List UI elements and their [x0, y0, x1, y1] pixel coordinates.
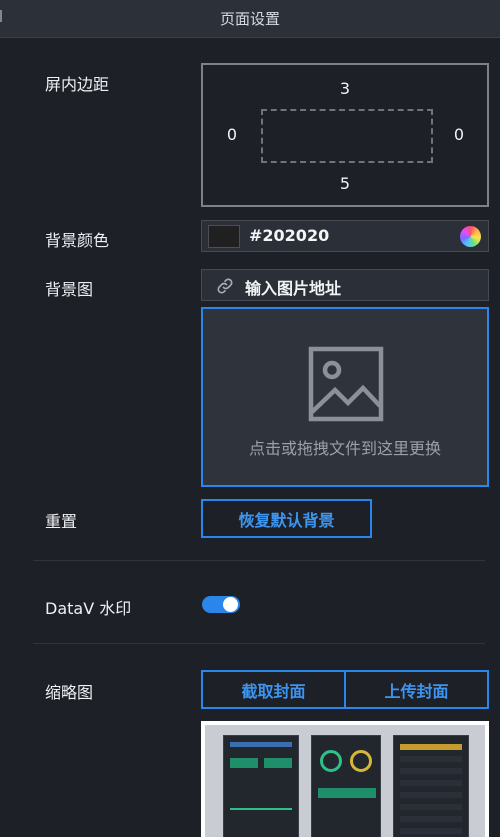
watermark-toggle[interactable]	[202, 596, 240, 613]
thumbnail-preview-image	[205, 725, 485, 837]
divider	[33, 643, 485, 644]
toggle-knob	[223, 597, 238, 612]
restore-default-background-button[interactable]: 恢复默认背景	[201, 499, 372, 538]
image-upload-area[interactable]: 点击或拖拽文件到这里更换	[201, 307, 489, 487]
color-swatch[interactable]	[208, 225, 240, 248]
watermark-label: DataV 水印	[45, 599, 132, 618]
thumbnail-bar	[264, 758, 292, 768]
panel-header: 页面设置	[0, 0, 500, 38]
cover-thumbnail	[201, 721, 489, 837]
thumbnail-bar	[400, 744, 462, 750]
thumbnail-line	[230, 788, 292, 810]
link-icon	[217, 278, 233, 294]
background-image-label: 背景图	[45, 280, 94, 299]
thumbnail-panel	[311, 735, 381, 837]
background-color-input[interactable]: #202020	[201, 220, 489, 252]
thumbnail-gauge	[320, 750, 342, 772]
padding-bottom-value[interactable]: 5	[330, 174, 360, 193]
capture-cover-button[interactable]: 截取封面	[201, 670, 346, 709]
padding-right-value[interactable]: 0	[444, 125, 474, 144]
padding-top-value[interactable]: 3	[330, 79, 360, 98]
thumbnail-table	[400, 756, 462, 837]
reset-label: 重置	[45, 512, 78, 531]
thumbnail-label: 缩略图	[45, 683, 94, 702]
divider	[33, 560, 485, 561]
panel-title: 页面设置	[219, 10, 280, 28]
color-value[interactable]: #202020	[249, 226, 329, 245]
image-url-placeholder: 输入图片地址	[245, 279, 342, 298]
thumbnail-bar	[318, 788, 376, 798]
thumbnail-gauge	[350, 750, 372, 772]
padding-inner-box	[261, 109, 433, 163]
padding-left-value[interactable]: 0	[217, 125, 247, 144]
upload-hint: 点击或拖拽文件到这里更换	[248, 439, 441, 458]
thumbnail-panel	[393, 735, 469, 837]
upload-cover-button[interactable]: 上传封面	[344, 670, 489, 709]
image-url-input[interactable]: 输入图片地址	[201, 269, 489, 301]
thumbnail-bar	[230, 758, 258, 768]
thumbnail-panel	[223, 735, 299, 837]
color-picker-icon[interactable]	[460, 226, 481, 247]
thumbnail-bar	[230, 742, 292, 747]
padding-label: 屏内边距	[45, 75, 110, 94]
image-icon	[308, 346, 384, 422]
padding-editor: 3 0 0 5	[201, 63, 489, 207]
background-color-label: 背景颜色	[45, 231, 110, 250]
